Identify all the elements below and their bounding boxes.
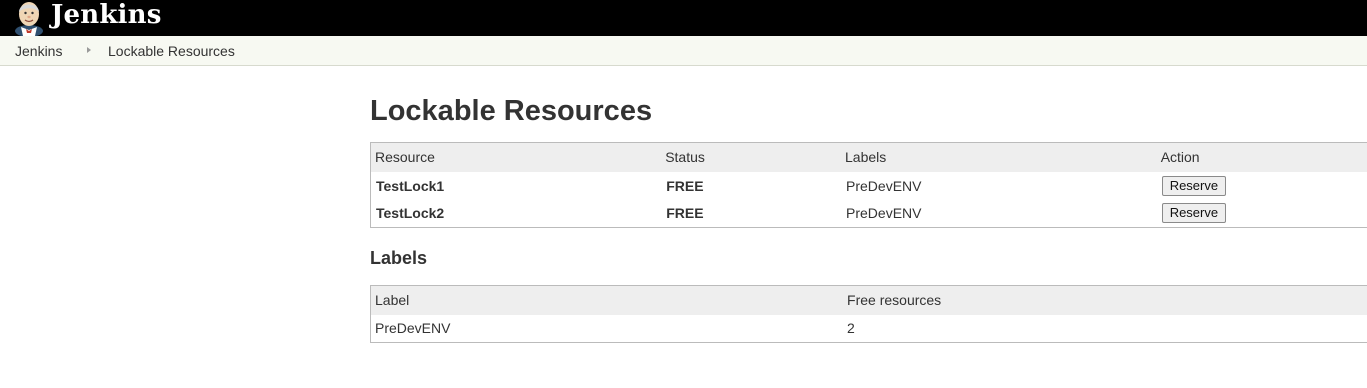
brand-title[interactable]: Jenkins	[51, 0, 162, 32]
column-header-action: Action	[1156, 142, 1367, 172]
resource-labels: PreDevENV	[846, 177, 922, 194]
free-resources-count: 2	[847, 320, 855, 337]
column-header-labels: Labels	[841, 142, 1157, 172]
resource-labels: PreDevENV	[846, 205, 922, 222]
breadcrumb-chevron-right-icon[interactable]	[87, 47, 91, 53]
column-header-resource: Resource	[370, 142, 662, 172]
labels-header-row: Label Free resources	[370, 285, 1367, 315]
table-row: PreDevENV 2	[371, 315, 1367, 343]
table-row: TestLock1 FREE PreDevENV Reserve	[371, 172, 1367, 200]
breadcrumb: Jenkins Lockable Resources	[0, 36, 1367, 66]
resource-name: TestLock2	[376, 205, 445, 222]
resource-name: TestLock1	[376, 177, 445, 194]
action-cell: Reserve	[1157, 172, 1367, 200]
column-header-status: Status	[661, 142, 842, 172]
top-header: Jenkins	[0, 0, 1367, 36]
page-title: Lockable Resources	[370, 95, 653, 127]
status-badge: FREE	[666, 205, 704, 222]
labels-section-title: Labels	[370, 248, 428, 268]
labels-table: Label Free resources PreDevENV 2	[370, 285, 1367, 343]
reserve-button[interactable]: Reserve	[1161, 175, 1227, 196]
jenkins-logo-icon[interactable]	[11, 0, 47, 36]
breadcrumb-lockable-resources[interactable]: Lockable Resources	[108, 42, 235, 60]
resources-header-row: Resource Status Labels Action	[370, 142, 1367, 172]
resources-table: Resource Status Labels Action TestLock1 …	[370, 142, 1367, 228]
reserve-button[interactable]: Reserve	[1161, 203, 1227, 224]
table-row: TestLock2 FREE PreDevENV Reserve	[371, 200, 1367, 228]
status-badge: FREE	[666, 177, 704, 194]
action-cell: Reserve	[1157, 200, 1367, 228]
column-header-free-resources: Free resources	[843, 285, 1367, 315]
column-header-label: Label	[370, 285, 844, 315]
breadcrumb-jenkins[interactable]: Jenkins	[15, 42, 62, 60]
label-link[interactable]: PreDevENV	[371, 315, 844, 343]
